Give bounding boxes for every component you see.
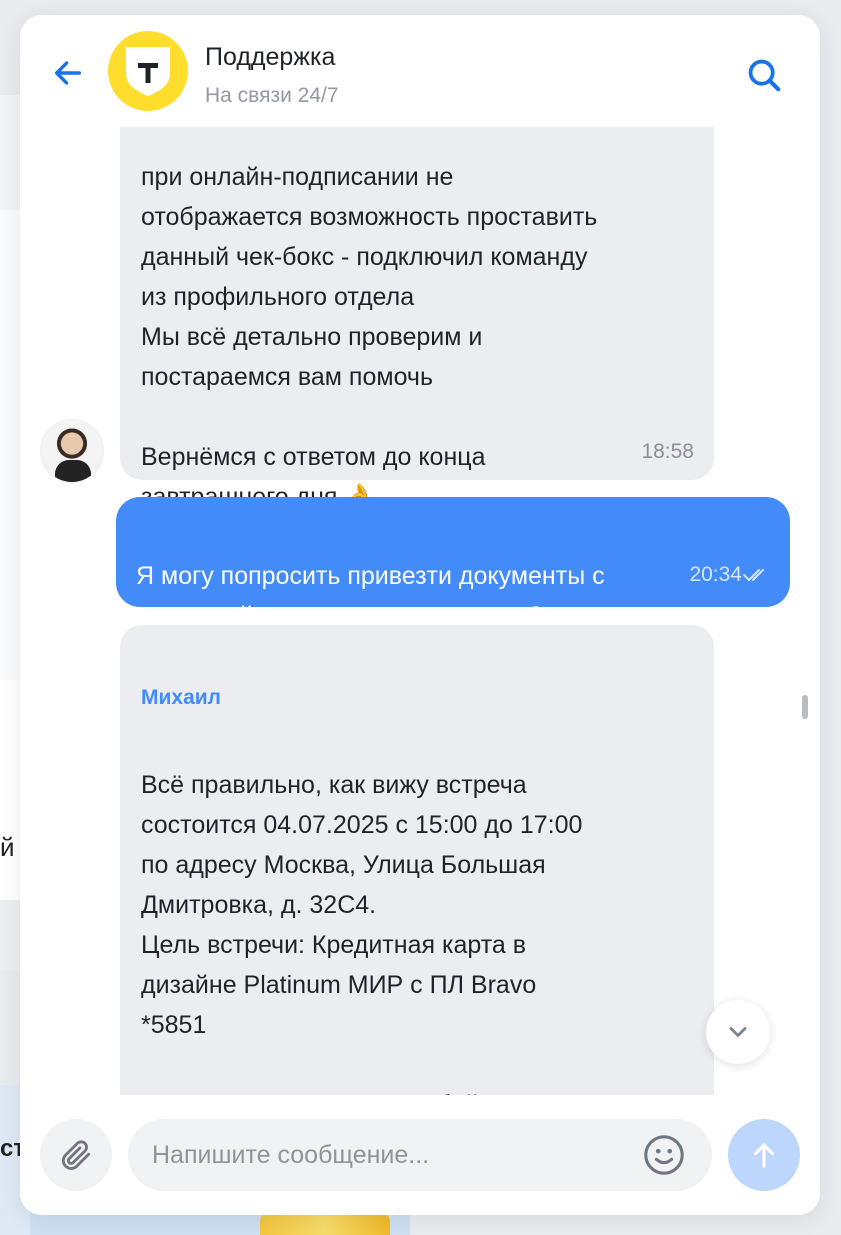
bank-logo-avatar xyxy=(108,31,188,111)
chevron-down-icon xyxy=(729,1027,747,1037)
send-button[interactable] xyxy=(728,1119,800,1191)
message-input[interactable] xyxy=(152,1119,632,1191)
message-text: при онлайн-подписании не отображается во… xyxy=(141,163,598,511)
agent-avatar-figure xyxy=(55,460,91,482)
message-input-container xyxy=(128,1119,712,1191)
message-text: Я могу попросить привезти документы с кр… xyxy=(136,562,605,630)
incoming-message: при онлайн-подписании не отображается во… xyxy=(120,127,714,511)
incoming-message: Михаил Всё правильно, как вижу встреча с… xyxy=(120,625,714,1095)
chat-header: Поддержка На связи 24/7 xyxy=(20,15,820,127)
message-composer xyxy=(20,1095,820,1215)
emoji-button[interactable] xyxy=(640,1131,688,1179)
attach-button[interactable] xyxy=(40,1119,112,1191)
chat-status: На связи 24/7 xyxy=(205,84,339,107)
scrollbar-thumb[interactable] xyxy=(802,695,808,719)
scroll-down-button[interactable] xyxy=(706,1000,770,1064)
background-image xyxy=(260,1212,390,1235)
search-icon xyxy=(748,59,781,92)
message-time: 20:34 xyxy=(689,563,742,586)
message-sender: Михаил xyxy=(141,686,222,709)
message-text: Всё правильно, как вижу встреча состоитс… xyxy=(141,771,583,1095)
back-button[interactable] xyxy=(46,51,90,95)
support-chat-window: Поддержка На связи 24/7 при онлайн-подпи… xyxy=(20,15,820,1215)
double-check-icon xyxy=(743,569,764,581)
paperclip-icon xyxy=(61,1140,91,1170)
message-time: 18:58 xyxy=(641,440,694,463)
bank-shield-logo xyxy=(126,47,170,96)
smiley-icon xyxy=(644,1135,684,1175)
arrow-up-icon xyxy=(753,1143,775,1168)
outgoing-message: Я могу попросить привезти документы с кр… xyxy=(116,497,790,630)
chat-title: Поддержка xyxy=(205,43,336,71)
background-text-fragment: й xyxy=(0,832,15,862)
agent-avatar[interactable] xyxy=(40,419,104,483)
message-list[interactable]: при онлайн-подписании не отображается во… xyxy=(20,127,820,1095)
search-button[interactable] xyxy=(740,51,788,99)
arrow-left-icon xyxy=(54,61,82,85)
